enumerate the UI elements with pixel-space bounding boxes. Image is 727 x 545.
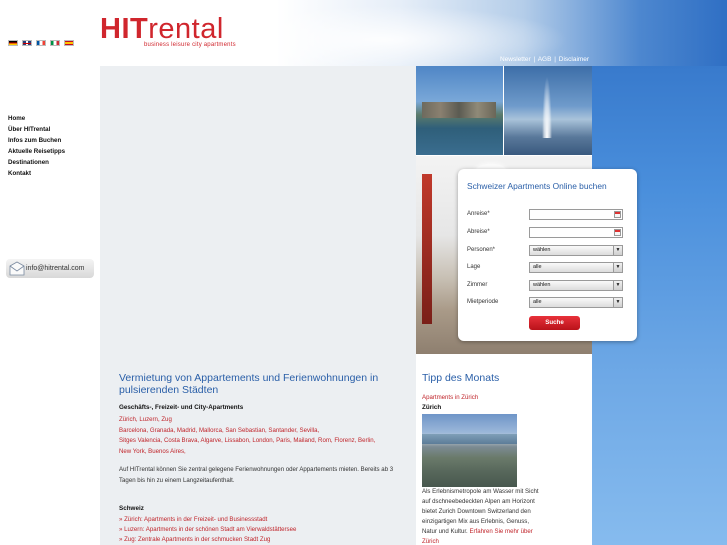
- header: HITrental business leisure city apartmen…: [0, 0, 727, 66]
- rental-period-row: Mietperiode alle ▼: [467, 297, 627, 309]
- left-sidebar: Home Über HITrental Infos zum Buchen Akt…: [0, 66, 100, 545]
- rooms-select[interactable]: wählen ▼: [529, 280, 623, 291]
- fr-flag-icon[interactable]: [36, 40, 46, 46]
- nav-item-home[interactable]: Home: [8, 113, 65, 124]
- lake: [422, 434, 517, 444]
- disclaimer-link[interactable]: Disclaimer: [559, 56, 589, 63]
- tip-city: Zürich: [422, 404, 442, 411]
- persons-row: Personen* wählen ▼: [467, 245, 627, 257]
- logo-hit: HIT: [100, 13, 149, 45]
- email-button[interactable]: info@hitrental.com: [6, 259, 94, 278]
- agb-link[interactable]: AGB: [538, 56, 552, 63]
- logo-rental: rental: [148, 13, 224, 45]
- departure-date-input[interactable]: [529, 227, 623, 238]
- fountain: [542, 76, 552, 138]
- page-title: Vermietung von Appartements und Ferienwo…: [119, 372, 379, 396]
- chevron-down-icon[interactable]: ▼: [613, 263, 622, 272]
- top-links: Newsletter | AGB | Disclaimer: [500, 56, 589, 63]
- link-separator: |: [554, 56, 556, 63]
- nav-item-contact[interactable]: Kontakt: [8, 168, 65, 179]
- link-separator: |: [533, 56, 536, 63]
- rental-period-value: alle: [533, 299, 542, 305]
- calendar-icon[interactable]: [614, 229, 621, 236]
- arrival-date-input[interactable]: [529, 209, 623, 220]
- departure-row: Abreise*: [467, 227, 627, 239]
- lucerne-photo: [416, 66, 503, 155]
- envelope-icon: [8, 259, 26, 280]
- chevron-down-icon[interactable]: ▼: [613, 246, 622, 255]
- en-flag-icon[interactable]: [22, 40, 32, 46]
- list-item[interactable]: » Zug: Zentrale Apartments in der schmuc…: [119, 535, 296, 545]
- rental-period-select[interactable]: alle ▼: [529, 297, 623, 308]
- calendar-icon[interactable]: [614, 211, 621, 218]
- destination-list: » Zürich: Apartments in der Freizeit- un…: [119, 515, 296, 545]
- de-flag-icon[interactable]: [8, 40, 18, 46]
- persons-select[interactable]: wählen ▼: [529, 245, 623, 256]
- persons-label: Personen*: [467, 247, 496, 253]
- rooms-value: wählen: [533, 282, 551, 288]
- list-item[interactable]: » Zürich: Apartments in der Freizeit- un…: [119, 515, 296, 525]
- rooms-row: Zimmer wählen ▼: [467, 280, 627, 292]
- list-item[interactable]: » Luzern: Apartments in der schönen Stad…: [119, 525, 296, 535]
- chevron-down-icon[interactable]: ▼: [613, 298, 622, 307]
- persons-value: wählen: [533, 247, 551, 253]
- tip-text: Als Erlebnismetropole am Wasser mit Sich…: [422, 487, 542, 545]
- arrival-label: Anreise*: [467, 211, 490, 217]
- email-address: info@hitrental.com: [26, 265, 85, 272]
- departure-label: Abreise*: [467, 229, 490, 235]
- booking-panel: Schweizer Apartments Online buchen Anrei…: [458, 169, 637, 341]
- intro-paragraph: Auf HITrental können Sie zentral gelegen…: [119, 466, 394, 484]
- nav-item-about[interactable]: Über HITrental: [8, 124, 65, 135]
- city-skyline: [422, 102, 496, 118]
- arrival-row: Anreise*: [467, 209, 627, 221]
- it-flag-icon[interactable]: [50, 40, 60, 46]
- nav-item-booking-info[interactable]: Infos zum Buchen: [8, 135, 65, 146]
- logo-tagline: business leisure city apartments: [144, 42, 236, 48]
- newsletter-link[interactable]: Newsletter: [500, 56, 531, 63]
- main-nav: Home Über HITrental Infos zum Buchen Akt…: [8, 113, 65, 179]
- location-value: alle: [533, 264, 542, 270]
- geneva-fountain-photo: [504, 66, 592, 155]
- tip-link[interactable]: Apartments in Zürich: [422, 394, 478, 401]
- booking-title: Schweizer Apartments Online buchen: [467, 181, 607, 191]
- logo[interactable]: HITrental business leisure city apartmen…: [100, 13, 236, 48]
- es-flag-icon[interactable]: [64, 40, 74, 46]
- city-links[interactable]: Zürich, Luzern, Zug Barcelona, Granada, …: [119, 415, 389, 457]
- nav-item-destinations[interactable]: Destinationen: [8, 157, 65, 168]
- chevron-down-icon[interactable]: ▼: [613, 281, 622, 290]
- rental-period-label: Mietperiode: [467, 299, 499, 305]
- language-flags: [8, 40, 74, 46]
- search-button[interactable]: Suche: [529, 316, 580, 330]
- rooms-label: Zimmer: [467, 282, 488, 288]
- tip-title: Tipp des Monats: [422, 372, 500, 384]
- zurich-photo: [422, 414, 517, 487]
- content-subtitle: Geschäfts-, Freizeit- und City-Apartment…: [119, 404, 244, 411]
- location-row: Lage alle ▼: [467, 262, 627, 274]
- location-label: Lage: [467, 264, 481, 270]
- location-select[interactable]: alle ▼: [529, 262, 623, 273]
- red-wall: [422, 174, 432, 324]
- section-heading: Schweiz: [119, 505, 144, 512]
- nav-item-travel-tips[interactable]: Aktuelle Reisetipps: [8, 146, 65, 157]
- main-content: Vermietung von Appartements und Ferienwo…: [100, 66, 416, 545]
